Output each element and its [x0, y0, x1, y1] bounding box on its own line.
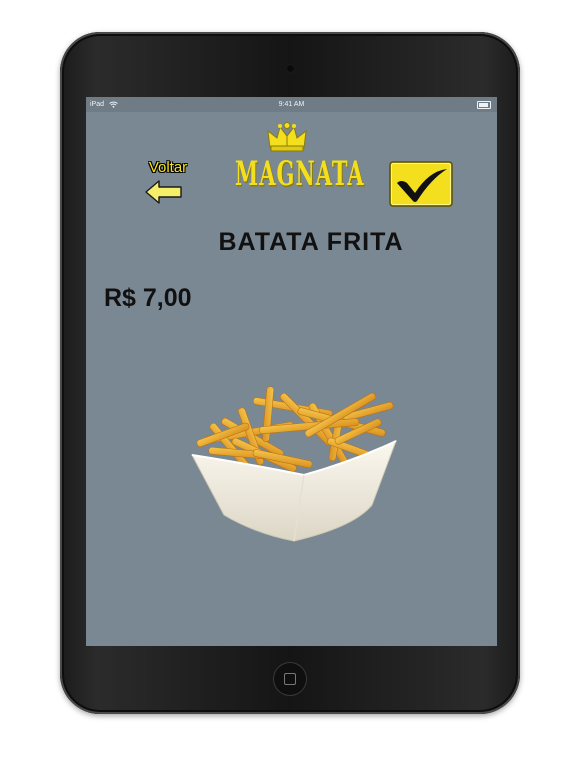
- back-button[interactable]: Voltar: [138, 159, 202, 209]
- product-name: BATATA FRITA: [218, 228, 404, 256]
- checkmark-icon: [389, 161, 453, 207]
- status-time: 9:41 AM: [278, 101, 305, 108]
- arrow-left-icon: [145, 180, 182, 204]
- battery-icon: [477, 101, 491, 109]
- front-camera: [286, 64, 295, 73]
- home-button[interactable]: [273, 662, 307, 696]
- product-price: R$ 7,00: [104, 284, 192, 312]
- crown-icon: [267, 122, 307, 152]
- back-label: Voltar: [148, 159, 188, 176]
- status-bar: iPad 9:41 AM: [86, 97, 497, 112]
- french-fries-image: [191, 386, 397, 542]
- logo-text: MAGNATA: [235, 153, 365, 193]
- app-screen: iPad 9:41 AM Voltar MAGNATA BATATA FRITA…: [86, 97, 497, 646]
- confirm-button[interactable]: [389, 161, 453, 207]
- brand-logo: MAGNATA: [235, 122, 365, 202]
